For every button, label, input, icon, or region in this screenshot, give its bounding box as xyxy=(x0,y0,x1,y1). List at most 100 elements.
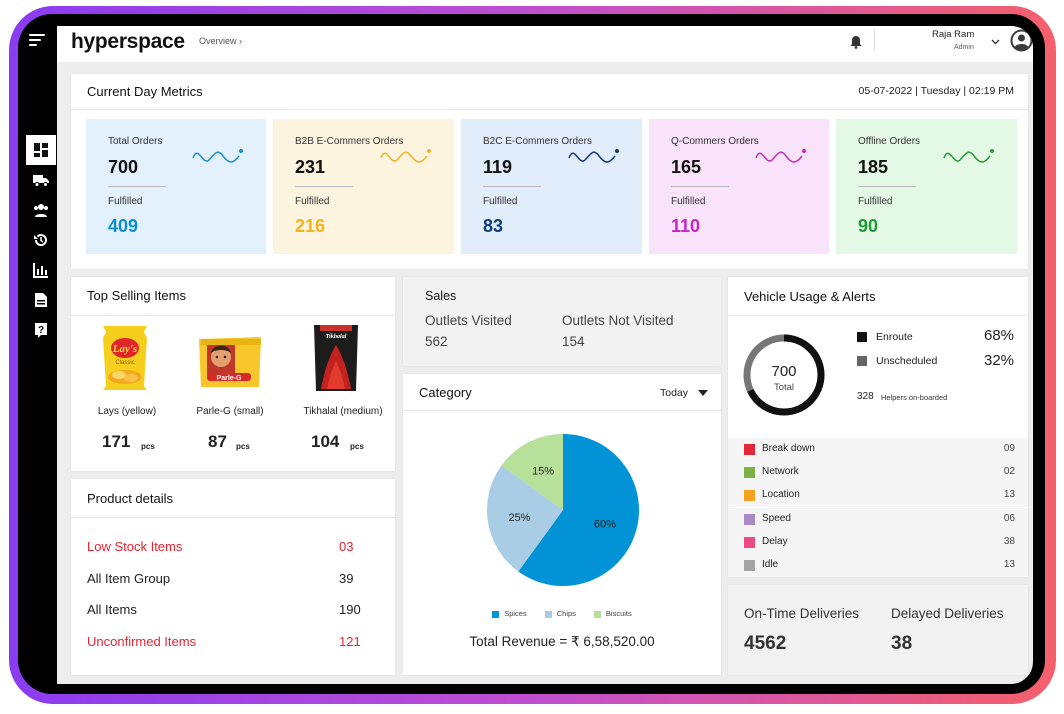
sales-card: Sales Outlets Visited 562 Outlets Not Vi… xyxy=(403,277,721,366)
chevron-down-icon[interactable] xyxy=(991,37,1000,46)
fulfilled-label: Fulfilled xyxy=(295,196,330,207)
parle-g-product-image: Parle-G xyxy=(197,335,263,389)
sidebar: ? xyxy=(26,135,56,345)
divider xyxy=(71,109,1028,110)
pie-data-label: 25% xyxy=(508,512,530,524)
report-icon xyxy=(35,293,47,307)
enroute-pct: 68% xyxy=(984,327,1015,344)
category-filter-value: Today xyxy=(660,387,689,399)
ontime-value: 4562 xyxy=(744,633,787,654)
fulfilled-value: 83 xyxy=(483,216,504,236)
nav-reports[interactable] xyxy=(26,285,56,315)
product-detail-label[interactable]: All Items xyxy=(87,602,137,617)
alert-count: 13 xyxy=(1003,559,1015,570)
bar-chart-icon xyxy=(33,263,48,278)
top-item-name: Tikhalal (medium) xyxy=(303,406,383,417)
nav-vehicles[interactable] xyxy=(26,165,56,195)
alert-count: 38 xyxy=(1003,535,1015,547)
outlets-not-visited-label: Outlets Not Visited xyxy=(562,313,674,328)
legend-label: Chips xyxy=(556,609,576,618)
top-item-qty: 171 xyxy=(102,432,131,451)
top-item-unit: pcs xyxy=(141,442,155,451)
alert-count: 13 xyxy=(1003,489,1015,501)
metric-card[interactable]: B2C E-Commers Orders 119 Fulfilled 83 xyxy=(461,119,642,254)
top-item-qty: 104 xyxy=(311,432,340,451)
user-role: Admin xyxy=(954,44,974,51)
deliveries-card: On-Time Deliveries 4562 Delayed Deliveri… xyxy=(728,585,1028,675)
category-filter-dropdown[interactable]: Today xyxy=(660,387,708,399)
alert-row[interactable]: Speed 06 xyxy=(728,507,1028,531)
fulfilled-label: Fulfilled xyxy=(483,196,518,207)
legend-swatch xyxy=(492,610,500,618)
sparkline-icon xyxy=(755,149,806,163)
divider xyxy=(71,517,395,518)
alert-row[interactable]: Network 02 xyxy=(728,461,1028,485)
outlets-visited-label: Outlets Visited xyxy=(425,313,512,328)
dashboard-screen: hyperspace Overview › Raja Ram Admin Cur… xyxy=(57,26,1033,684)
vehicle-total-label: Total xyxy=(773,382,795,393)
alert-row[interactable]: Delay 38 xyxy=(728,530,1028,554)
metric-value: 185 xyxy=(858,157,889,177)
user-name: Raja Ram xyxy=(932,29,975,40)
delayed-label: Delayed Deliveries xyxy=(891,606,1004,621)
product-detail-label[interactable]: Low Stock Items xyxy=(87,539,182,554)
metric-card[interactable]: Total Orders 700 Fulfilled 409 xyxy=(86,119,266,254)
metric-value: 231 xyxy=(295,157,326,177)
alert-name: Idle xyxy=(762,559,779,570)
hamburger-menu-icon[interactable] xyxy=(29,34,49,48)
product-details-title: Product details xyxy=(87,491,173,506)
nav-analytics[interactable] xyxy=(26,255,56,285)
metric-value: 119 xyxy=(483,157,513,177)
sparkline-icon xyxy=(943,149,994,163)
avatar[interactable] xyxy=(1010,29,1033,52)
unscheduled-label: Unscheduled xyxy=(876,355,938,367)
alert-color-swatch xyxy=(744,467,755,479)
vehicle-title: Vehicle Usage & Alerts xyxy=(744,289,876,304)
fulfilled-value: 216 xyxy=(295,216,326,236)
product-details-card: Product details Low Stock Items 03 All Ite… xyxy=(71,479,395,675)
metric-card[interactable]: Q-Commers Orders 165 Fulfilled 110 xyxy=(649,119,829,254)
product-detail-label[interactable]: All Item Group xyxy=(87,571,170,586)
outlets-not-visited-value: 154 xyxy=(562,334,585,349)
divider xyxy=(403,410,721,411)
metric-card[interactable]: B2B E-Commers Orders 231 Fulfilled 216 xyxy=(273,119,454,254)
helpers-count: 328 xyxy=(857,391,874,402)
fulfilled-label: Fulfilled xyxy=(858,196,893,207)
category-card: Category Today 60% 25% 15% Spices Chips Bisc… xyxy=(403,374,721,675)
unscheduled-swatch xyxy=(857,356,867,366)
alert-row[interactable]: Break down 09 xyxy=(728,438,1028,461)
top-item-unit: pcs xyxy=(350,442,364,451)
product-detail-label[interactable]: Unconfirmed Items xyxy=(87,634,196,649)
lays-product-image: Lay's Classic xyxy=(97,324,153,392)
divider xyxy=(874,29,875,51)
nav-users[interactable] xyxy=(26,195,56,225)
total-revenue: Total Revenue = ₹ 6,58,520.00 xyxy=(469,634,655,649)
alert-name: Break down xyxy=(762,443,815,454)
alert-name: Network xyxy=(762,466,799,478)
unscheduled-pct: 32% xyxy=(984,352,1015,369)
alert-name: Speed xyxy=(762,512,791,524)
alert-row[interactable]: Location 13 xyxy=(728,484,1028,508)
sparkline-icon xyxy=(568,149,619,163)
alert-color-swatch xyxy=(744,513,755,525)
users-icon xyxy=(34,204,48,217)
helpers-label: Helpers on-boarded xyxy=(881,393,948,402)
nav-history[interactable] xyxy=(26,225,56,255)
nav-dashboard[interactable] xyxy=(26,135,56,165)
svg-text:Tikhalal: Tikhalal xyxy=(326,334,347,340)
bell-icon[interactable] xyxy=(850,35,862,49)
alert-count: 06 xyxy=(1003,512,1015,524)
product-detail-value: 03 xyxy=(339,539,354,554)
sparkline-icon xyxy=(192,149,243,163)
breadcrumb[interactable]: Overview › xyxy=(199,36,242,46)
alert-row[interactable]: Idle 13 xyxy=(728,554,1028,577)
product-detail-value: 39 xyxy=(339,570,354,586)
top-selling-card: Top Selling Items Lay's Classic Parle-G T… xyxy=(71,277,395,471)
enroute-swatch xyxy=(857,332,867,342)
metrics-title: Current Day Metrics xyxy=(87,84,203,99)
category-title: Category xyxy=(419,385,472,400)
metric-value: 165 xyxy=(671,157,702,177)
nav-help[interactable]: ? xyxy=(26,315,56,345)
alert-name: Delay xyxy=(762,535,788,547)
metric-card[interactable]: Offline Orders 185 Fulfilled 90 xyxy=(836,119,1017,254)
